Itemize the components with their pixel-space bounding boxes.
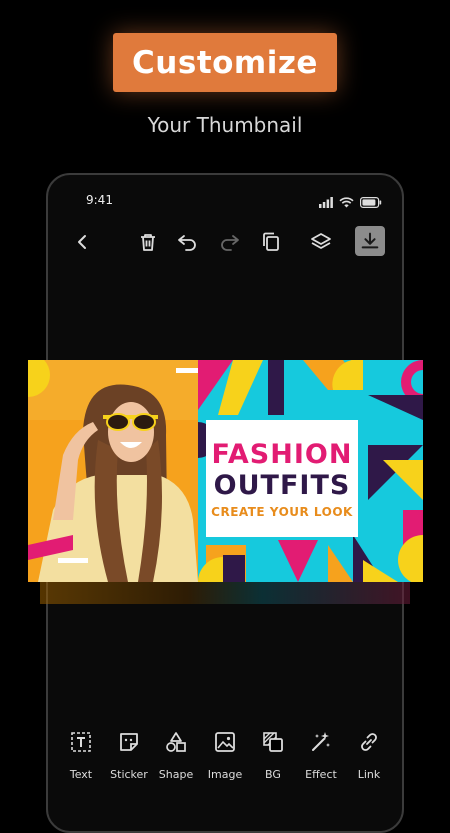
headline-line-2: OUTFITS xyxy=(213,469,351,501)
tool-label: Effect xyxy=(305,768,337,781)
back-icon[interactable] xyxy=(70,230,94,254)
status-icons xyxy=(319,193,382,212)
tool-link[interactable]: Link xyxy=(346,730,392,781)
tool-shape[interactable]: Shape xyxy=(153,730,199,781)
tool-label: Image xyxy=(207,768,243,781)
image-icon xyxy=(213,730,237,754)
copy-icon[interactable] xyxy=(259,230,283,254)
tool-sticker[interactable]: Sticker xyxy=(106,730,152,781)
promo-subtitle: Your Thumbnail xyxy=(147,113,303,137)
tool-label: BG xyxy=(265,768,281,781)
redo-icon[interactable] xyxy=(218,230,242,254)
shape-icon xyxy=(164,730,188,754)
sticker-icon xyxy=(117,730,141,754)
text-icon xyxy=(69,730,93,754)
tool-label: Sticker xyxy=(110,768,148,781)
thumbnail-canvas[interactable]: FASHION OUTFITS CREATE YOUR LOOK xyxy=(28,360,423,582)
model-photo xyxy=(28,360,198,582)
trash-icon[interactable] xyxy=(136,230,160,254)
tool-label: Shape xyxy=(158,768,194,781)
download-button[interactable] xyxy=(355,226,385,256)
headline-line-1: FASHION xyxy=(211,438,353,470)
title-card[interactable]: FASHION OUTFITS CREATE YOUR LOOK xyxy=(206,420,358,537)
customize-badge: Customize xyxy=(113,33,337,92)
tagline: CREATE YOUR LOOK xyxy=(211,504,353,519)
download-icon xyxy=(361,232,379,249)
effect-icon xyxy=(309,730,333,754)
tool-bg[interactable]: BG xyxy=(250,730,296,781)
tool-label: Link xyxy=(357,768,381,781)
tool-label: Text xyxy=(69,768,93,781)
layers-icon[interactable] xyxy=(309,230,333,254)
wifi-icon xyxy=(339,193,354,212)
undo-icon[interactable] xyxy=(175,230,199,254)
tool-image[interactable]: Image xyxy=(202,730,248,781)
bottom-toolbar: Text Sticker Shape Image BG Effect Link xyxy=(58,730,398,786)
tool-text[interactable]: Text xyxy=(58,730,104,781)
thumbnail-reflection xyxy=(40,582,410,604)
background-icon xyxy=(261,730,285,754)
status-time: 9:41 xyxy=(86,193,113,207)
link-icon xyxy=(357,730,381,754)
signal-icon xyxy=(319,193,333,212)
battery-icon xyxy=(360,193,382,212)
tool-effect[interactable]: Effect xyxy=(298,730,344,781)
